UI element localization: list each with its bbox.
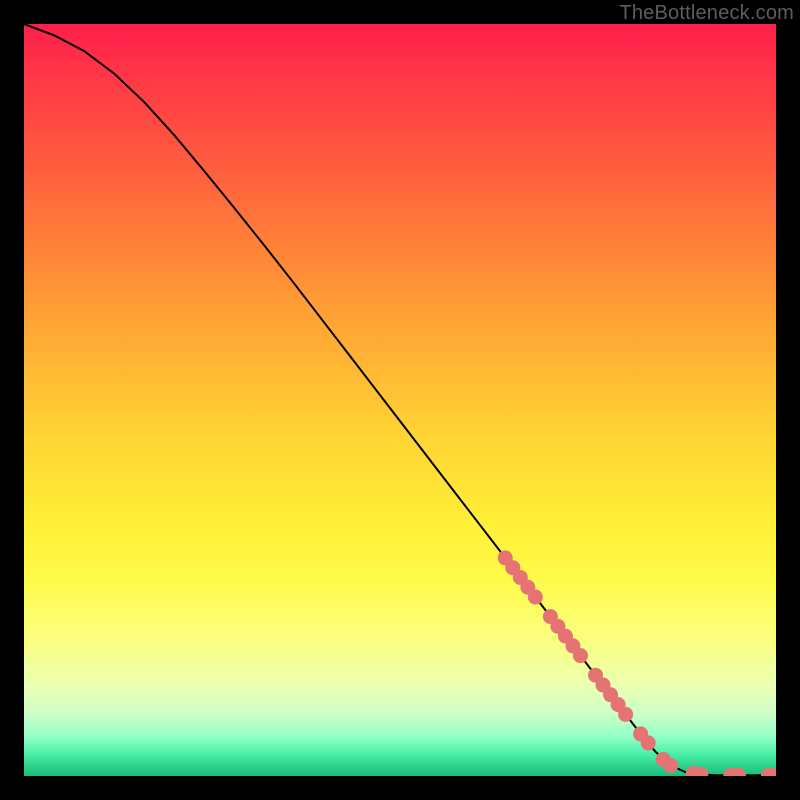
watermark-text: TheBottleneck.com: [619, 2, 794, 25]
data-marker: [528, 590, 543, 605]
data-marker: [641, 735, 656, 750]
data-marker: [618, 707, 633, 722]
data-marker: [663, 758, 678, 773]
data-marker: [573, 648, 588, 663]
bottleneck-curve: [24, 24, 776, 775]
chart-frame: TheBottleneck.com: [0, 0, 800, 800]
plot-area: [24, 24, 776, 776]
chart-svg: [24, 24, 776, 776]
